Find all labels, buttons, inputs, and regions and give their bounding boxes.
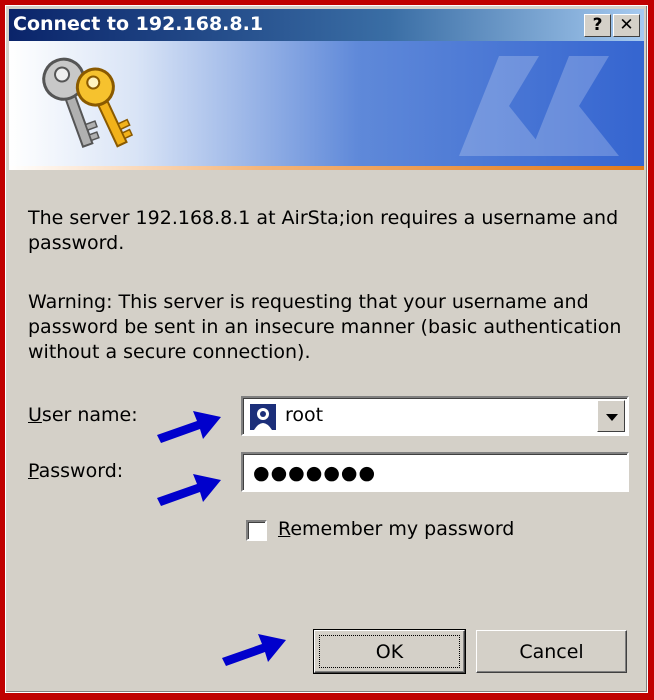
username-label: User name: bbox=[28, 404, 138, 426]
password-label-accesskey: P bbox=[28, 460, 39, 482]
login-dialog: Connect to 192.168.8.1 ? ✕ The server 19… bbox=[5, 5, 648, 693]
cancel-button[interactable]: Cancel bbox=[476, 630, 627, 673]
password-field[interactable]: ●●●●●●● bbox=[241, 452, 629, 492]
password-label-text: assword: bbox=[38, 460, 124, 482]
focus-rect bbox=[319, 635, 460, 668]
help-button[interactable]: ? bbox=[584, 14, 611, 37]
close-button[interactable]: ✕ bbox=[613, 14, 640, 37]
username-label-accesskey: U bbox=[28, 404, 42, 426]
remember-checkbox[interactable] bbox=[246, 520, 267, 541]
remember-label-text: emember my password bbox=[290, 518, 515, 540]
banner bbox=[9, 41, 644, 166]
ok-button[interactable]: OK bbox=[313, 629, 466, 674]
user-icon bbox=[250, 404, 276, 430]
dropdown-arrow-icon[interactable] bbox=[597, 400, 625, 432]
password-value: ●●●●●●● bbox=[253, 462, 377, 484]
username-label-text: ser name: bbox=[41, 404, 138, 426]
security-warning: Warning: This server is requesting that … bbox=[28, 291, 622, 363]
server-message: The server 192.168.8.1 at AirSta;ion req… bbox=[28, 207, 619, 254]
arrow-icon bbox=[157, 411, 221, 443]
remember-label-accesskey: R bbox=[278, 518, 291, 540]
password-label: Password: bbox=[28, 460, 123, 482]
username-combobox[interactable]: root bbox=[241, 396, 629, 436]
banner-divider bbox=[9, 166, 644, 170]
window-title: Connect to 192.168.8.1 bbox=[13, 13, 264, 35]
keys-icon bbox=[42, 57, 134, 148]
arrow-icon bbox=[222, 634, 286, 666]
remember-label[interactable]: Remember my password bbox=[278, 518, 514, 540]
username-value: root bbox=[285, 404, 324, 426]
title-bar[interactable]: Connect to 192.168.8.1 ? ✕ bbox=[9, 9, 644, 41]
watermark-logo-icon bbox=[459, 56, 619, 156]
arrow-icon bbox=[157, 474, 221, 506]
